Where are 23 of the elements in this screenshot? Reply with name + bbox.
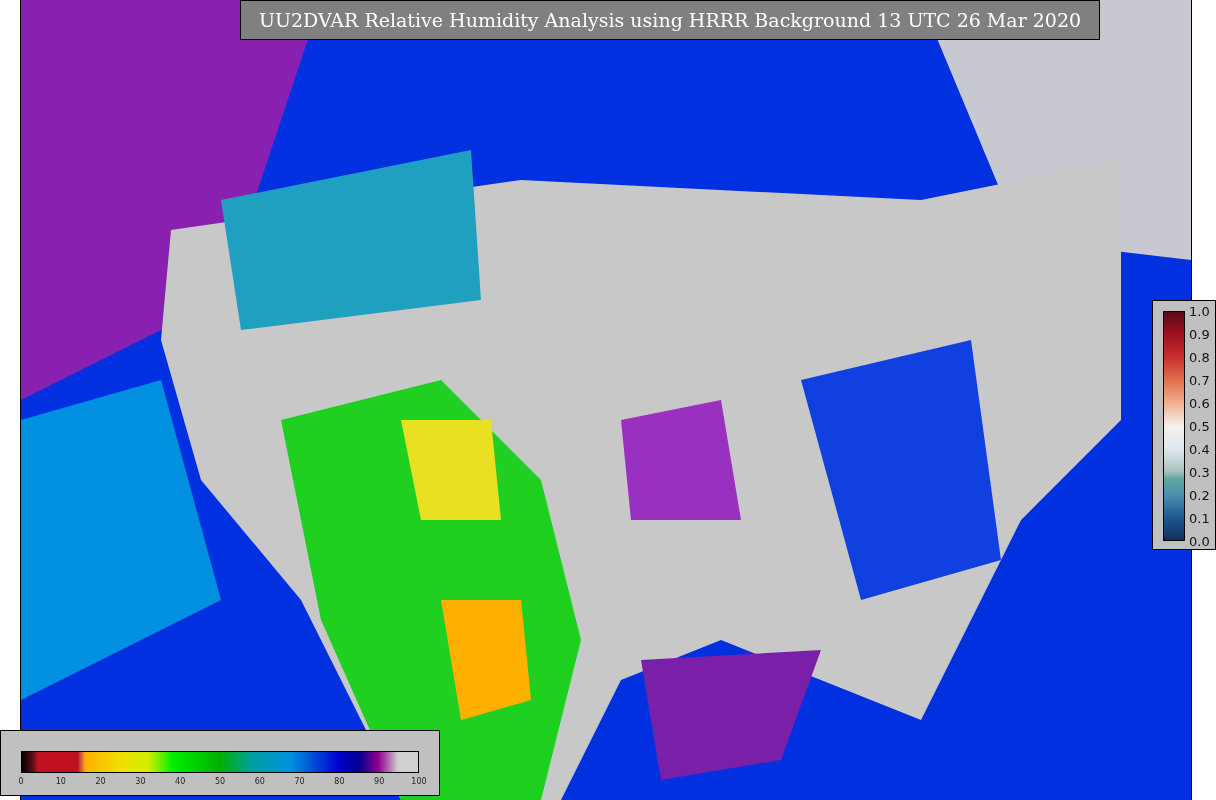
colorbar-tick-label: 0.4 <box>1189 441 1210 457</box>
colorbar-tick-label: 100 <box>411 777 427 786</box>
colorbar-tick-label: 0 <box>18 777 24 786</box>
colorbar-tick-label: 0.5 <box>1189 418 1210 434</box>
colorbar-tick-label: 40 <box>175 777 186 786</box>
colorbar-tick-label: 90 <box>374 777 385 786</box>
colorbar-tick-label: 50 <box>214 777 226 786</box>
colorbar-tick-label: 0.9 <box>1189 326 1210 342</box>
colorbar-tick-label: 20 <box>95 777 106 786</box>
colorbar-tick-label: 1.0 <box>1189 303 1210 319</box>
colorbar-tick-label: 30 <box>135 777 146 786</box>
colorbar-tick-label: 80 <box>334 777 345 786</box>
colorbar-tick-label: 0.8 <box>1189 349 1210 365</box>
colorbar-tick-label: 0.7 <box>1189 372 1210 388</box>
colorbar-tick-label: 0.3 <box>1189 464 1210 480</box>
colorbar-tick-label: 10 <box>55 777 66 786</box>
colorbar-tick-label: 0.6 <box>1189 395 1210 411</box>
colorbar-tick-label: 70 <box>294 777 305 786</box>
colorbar-tick-label: 0.0 <box>1189 533 1210 549</box>
colorbar-tick-label: 60 <box>254 777 265 786</box>
colorbar-tick-label: 0.1 <box>1189 510 1210 526</box>
colorbar-tick-label: 0.2 <box>1189 487 1210 503</box>
map-title: UU2DVAR Relative Humidity Analysis using HRRR Background 13 UTC 26 Mar 2020 <box>240 0 1100 40</box>
